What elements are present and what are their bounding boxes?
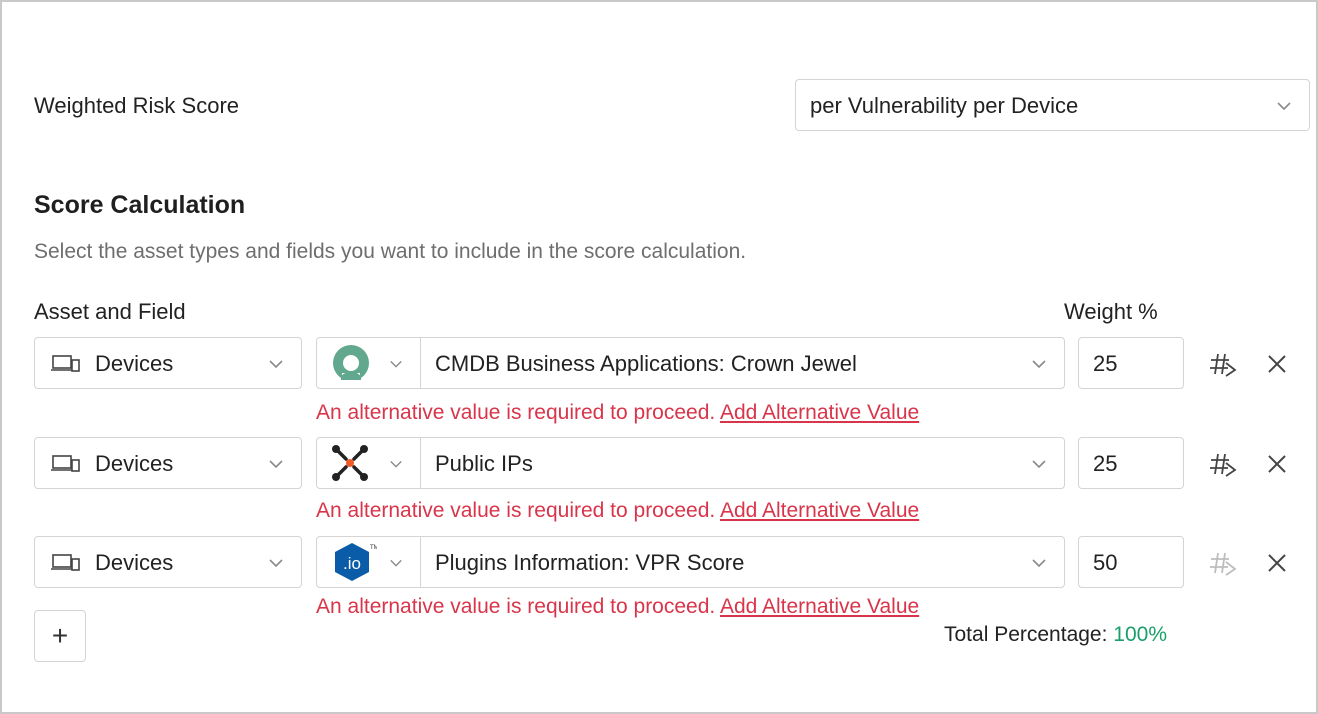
field-selector-group: Public IPs bbox=[316, 437, 1065, 489]
field-value: CMDB Business Applications: Crown Jewel bbox=[435, 351, 857, 376]
weight-percent-header: Weight % bbox=[1064, 299, 1158, 324]
chevron-down-icon bbox=[1032, 360, 1046, 369]
numeric-format-icon[interactable] bbox=[1207, 448, 1239, 480]
add-alternative-value-link[interactable]: Add Alternative Value bbox=[720, 401, 919, 424]
field-value: Plugins Information: VPR Score bbox=[435, 550, 745, 575]
network-node-icon bbox=[332, 445, 368, 481]
chevron-down-icon bbox=[1032, 559, 1046, 568]
remove-row-icon[interactable] bbox=[1261, 448, 1293, 480]
field-value: Public IPs bbox=[435, 451, 533, 476]
device-icon bbox=[51, 455, 80, 472]
weight-input[interactable]: 50 bbox=[1078, 536, 1184, 588]
asset-type-value: Devices bbox=[95, 351, 174, 376]
field-select[interactable]: CMDB Business Applications: Crown Jewel bbox=[421, 338, 1064, 388]
asset-and-field-header: Asset and Field bbox=[34, 299, 186, 324]
numeric-format-icon[interactable] bbox=[1207, 348, 1239, 380]
add-row-button[interactable]: + bbox=[34, 610, 86, 662]
total-percentage-label: Total Percentage: bbox=[944, 623, 1108, 646]
weighted-risk-select[interactable]: per Vulnerability per Device bbox=[795, 79, 1310, 131]
error-message: An alternative value is required to proc… bbox=[316, 499, 716, 522]
weight-input[interactable]: 25 bbox=[1078, 337, 1184, 389]
source-select[interactable]: .io TM bbox=[317, 537, 421, 587]
remove-row-icon[interactable] bbox=[1261, 547, 1293, 579]
svg-text:TM: TM bbox=[370, 545, 377, 551]
weight-value: 25 bbox=[1093, 451, 1118, 476]
tenable-io-icon: .io TM bbox=[335, 543, 377, 581]
asset-type-select[interactable]: Devices bbox=[34, 437, 302, 489]
score-calculation-title: Score Calculation bbox=[34, 191, 246, 219]
servicenow-icon bbox=[333, 345, 369, 383]
asset-type-value: Devices bbox=[95, 550, 174, 575]
weighted-risk-select-value: per Vulnerability per Device bbox=[810, 93, 1079, 118]
chevron-down-icon bbox=[269, 360, 283, 369]
error-message: An alternative value is required to proc… bbox=[316, 595, 716, 618]
chevron-down-icon bbox=[390, 559, 402, 567]
error-message: An alternative value is required to proc… bbox=[316, 401, 716, 424]
source-select[interactable] bbox=[317, 438, 421, 488]
field-selector-group: CMDB Business Applications: Crown Jewel bbox=[316, 337, 1065, 389]
asset-type-select[interactable]: Devices bbox=[34, 536, 302, 588]
remove-row-icon[interactable] bbox=[1261, 348, 1293, 380]
asset-type-select[interactable]: Devices bbox=[34, 337, 302, 389]
device-icon bbox=[51, 355, 80, 372]
chevron-down-icon bbox=[269, 559, 283, 568]
row-error: An alternative value is required to proc… bbox=[316, 499, 919, 523]
field-select[interactable]: Plugins Information: VPR Score bbox=[421, 537, 1064, 587]
field-selector-group: .io TM Plugins Information: VPR Score bbox=[316, 536, 1065, 588]
chevron-down-icon bbox=[1277, 102, 1291, 111]
field-select[interactable]: Public IPs bbox=[421, 438, 1064, 488]
chevron-down-icon bbox=[269, 460, 283, 469]
add-alternative-value-link[interactable]: Add Alternative Value bbox=[720, 595, 919, 618]
total-percentage-value: 100% bbox=[1113, 623, 1167, 646]
svg-text:.io: .io bbox=[343, 554, 361, 573]
add-alternative-value-link[interactable]: Add Alternative Value bbox=[720, 499, 919, 522]
chevron-down-icon bbox=[390, 460, 402, 468]
score-calculation-description: Select the asset types and fields you wa… bbox=[34, 240, 747, 263]
numeric-format-icon[interactable] bbox=[1207, 547, 1239, 579]
weight-value: 50 bbox=[1093, 550, 1118, 575]
weighted-risk-score-label: Weighted Risk Score bbox=[34, 93, 240, 118]
total-percentage: Total Percentage: 100% bbox=[944, 623, 1167, 647]
asset-type-value: Devices bbox=[95, 451, 174, 476]
row-error: An alternative value is required to proc… bbox=[316, 401, 919, 425]
weight-value: 25 bbox=[1093, 351, 1118, 376]
source-select[interactable] bbox=[317, 338, 421, 388]
weight-input[interactable]: 25 bbox=[1078, 437, 1184, 489]
device-icon bbox=[51, 554, 80, 571]
settings-panel: Weighted Risk Score per Vulnerability pe… bbox=[0, 0, 1318, 714]
row-error: An alternative value is required to proc… bbox=[316, 595, 919, 619]
chevron-down-icon bbox=[1032, 460, 1046, 469]
chevron-down-icon bbox=[390, 360, 402, 368]
